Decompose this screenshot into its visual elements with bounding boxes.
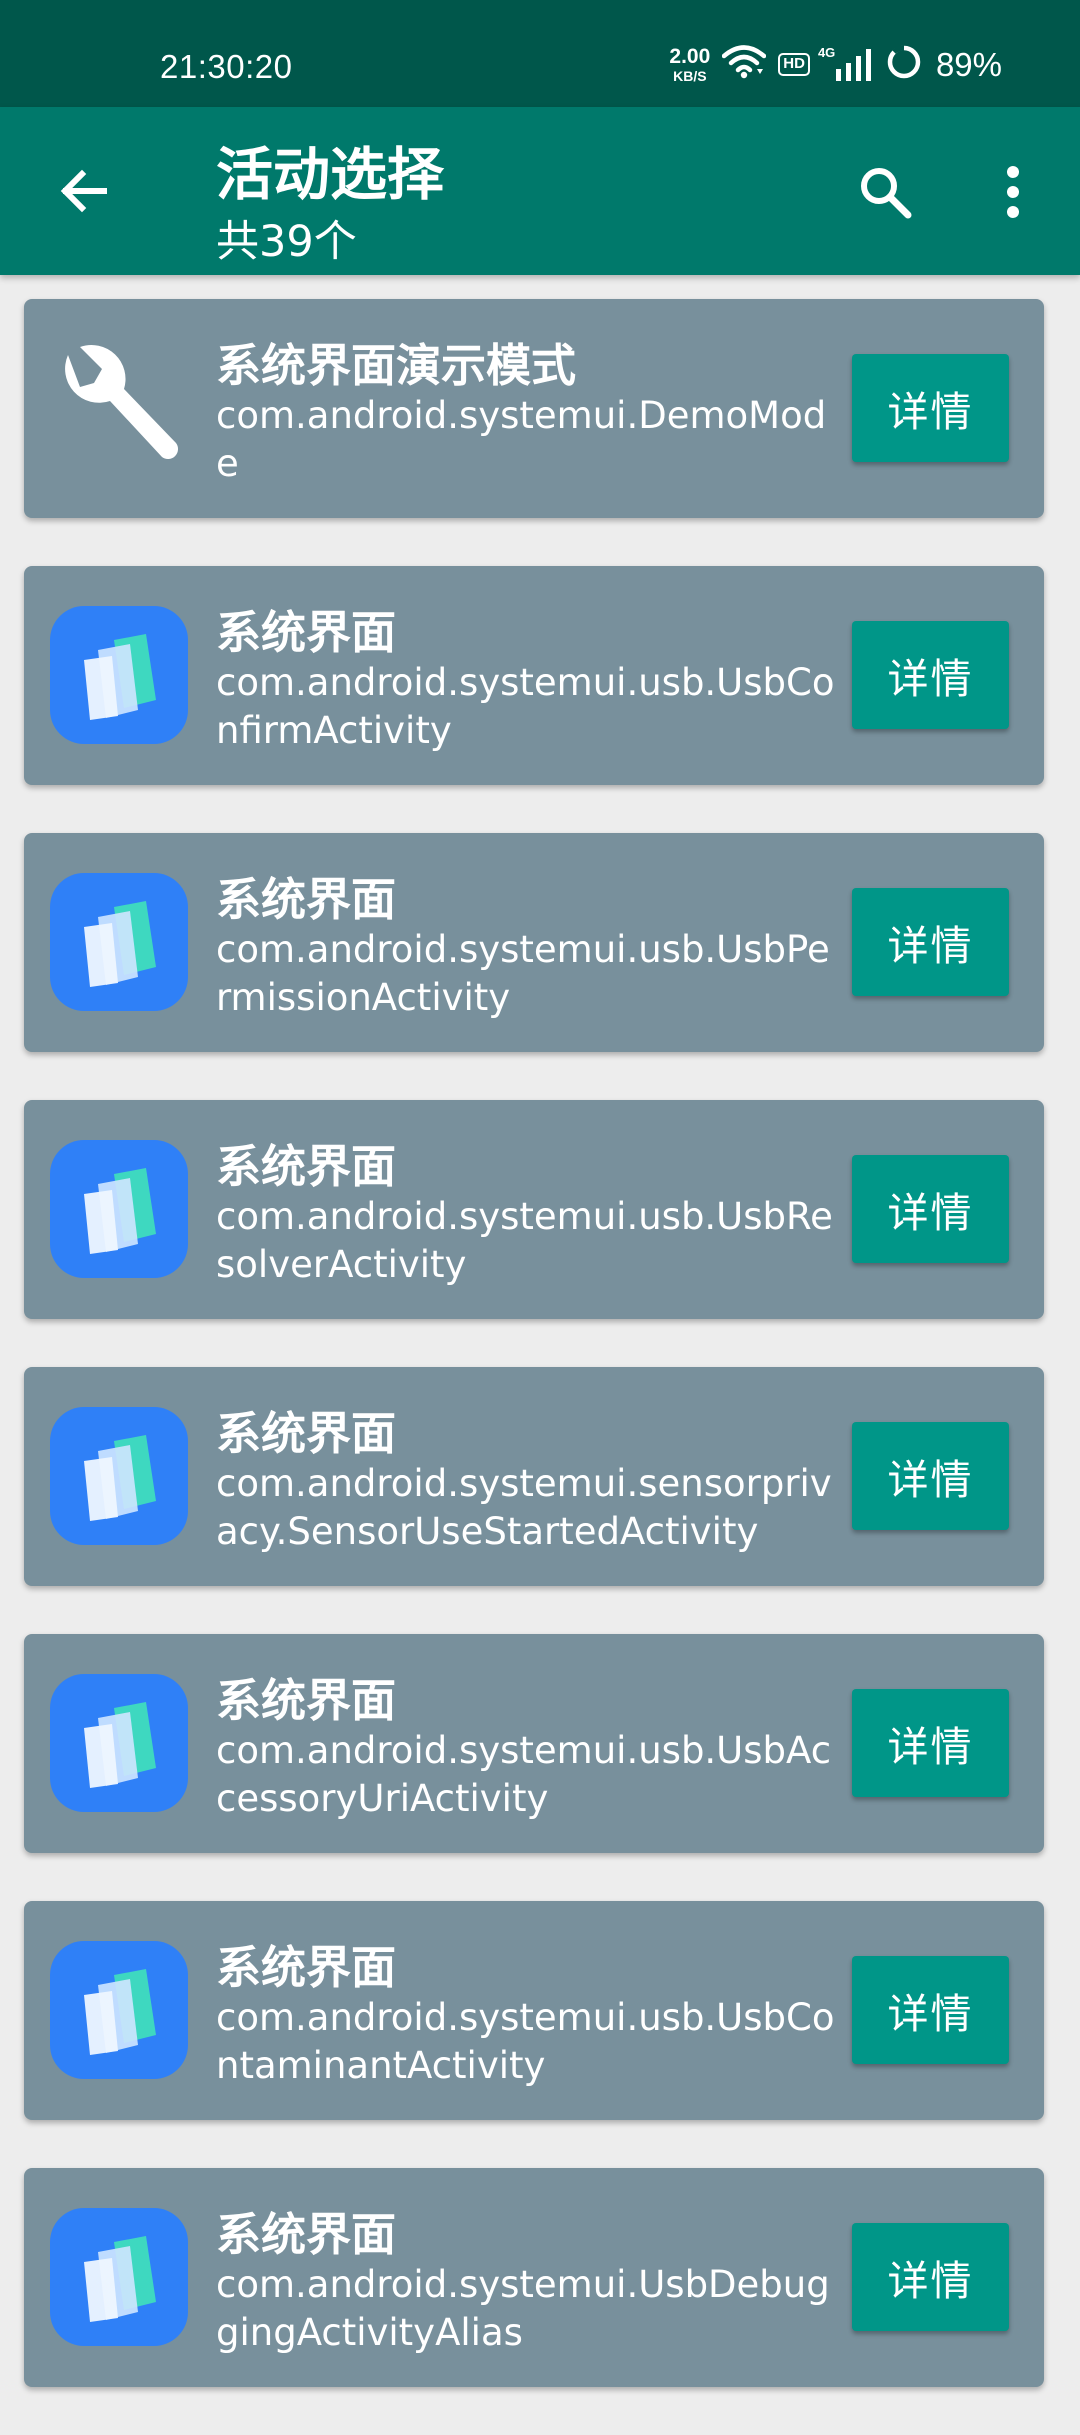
activity-title: 系统界面 bbox=[216, 2208, 397, 2261]
activity-name: com.android.systemui.usb.UsbResolverActi… bbox=[216, 1195, 833, 1286]
activity-card[interactable]: 系统界面 com.android.systemui.usb.UsbResolve… bbox=[24, 1100, 1044, 1319]
activity-card[interactable]: 系统界面 com.android.systemui.usb.UsbContami… bbox=[24, 1901, 1044, 2120]
activity-name: com.android.systemui.usb.UsbContaminantA… bbox=[216, 1996, 835, 2087]
app-bar: 活动选择 共39个 bbox=[0, 107, 1080, 275]
page-subtitle: 共39个 bbox=[216, 217, 357, 267]
activity-name: com.android.systemui.sensorprivacy.Senso… bbox=[216, 1462, 832, 1553]
activity-card[interactable]: 系统界面演示模式 com.android.systemui.DemoMode 详… bbox=[24, 299, 1044, 518]
activity-name: com.android.systemui.UsbDebuggingActivit… bbox=[216, 2263, 830, 2354]
activity-title: 系统界面 bbox=[216, 1140, 397, 1193]
systemui-app-icon bbox=[50, 606, 188, 744]
back-arrow-icon bbox=[58, 165, 110, 221]
activity-card[interactable]: 系统界面 com.android.systemui.UsbDebuggingAc… bbox=[24, 2168, 1044, 2387]
page-title: 活动选择 bbox=[216, 142, 444, 208]
more-options-button[interactable] bbox=[978, 159, 1048, 229]
systemui-app-icon bbox=[50, 1407, 188, 1545]
detail-button[interactable]: 详情 bbox=[852, 1155, 1009, 1263]
activity-name: com.android.systemui.DemoMode bbox=[216, 394, 827, 485]
activity-title: 系统界面 bbox=[216, 1941, 397, 1994]
activity-card[interactable]: 系统界面 com.android.systemui.usb.UsbAccesso… bbox=[24, 1634, 1044, 1853]
activity-name: com.android.systemui.usb.UsbPermissionAc… bbox=[216, 928, 830, 1019]
search-button[interactable] bbox=[850, 159, 920, 229]
systemui-app-icon bbox=[50, 2208, 188, 2346]
activity-title: 系统界面 bbox=[216, 873, 397, 926]
systemui-app-icon bbox=[50, 1674, 188, 1812]
activity-name: com.android.systemui.usb.UsbConfirmActiv… bbox=[216, 661, 835, 752]
activity-name: com.android.systemui.usb.UsbAccessoryUri… bbox=[216, 1729, 832, 1820]
search-icon bbox=[857, 164, 913, 224]
activity-card[interactable]: 系统界面 com.android.systemui.usb.UsbPermiss… bbox=[24, 833, 1044, 1052]
battery-percent: 89% bbox=[935, 45, 1002, 83]
network-type: 4G bbox=[817, 44, 836, 60]
status-icons: 2.00 KB/S HD 4G 89% bbox=[669, 44, 1002, 85]
detail-button[interactable]: 详情 bbox=[852, 1422, 1009, 1530]
back-button[interactable] bbox=[48, 157, 120, 229]
detail-button[interactable]: 详情 bbox=[852, 2223, 1009, 2331]
activity-title: 系统界面 bbox=[216, 1674, 397, 1727]
more-vert-icon bbox=[1005, 164, 1021, 224]
detail-button[interactable]: 详情 bbox=[852, 1956, 1009, 2064]
status-time: 21:30:20 bbox=[160, 48, 293, 85]
network-speed-value: 2.00 bbox=[669, 45, 711, 68]
hd-icon: HD bbox=[778, 53, 810, 76]
detail-button[interactable]: 详情 bbox=[852, 888, 1009, 996]
wifi-icon bbox=[722, 45, 767, 84]
battery-icon bbox=[886, 44, 922, 85]
activity-list: 系统界面演示模式 com.android.systemui.DemoMode 详… bbox=[24, 299, 1044, 2435]
signal-icon: 4G bbox=[818, 45, 874, 81]
activity-title: 系统界面演示模式 bbox=[216, 339, 577, 392]
activity-card[interactable]: 系统界面 com.android.systemui.sensorprivacy.… bbox=[24, 1367, 1044, 1586]
activity-title: 系统界面 bbox=[216, 1407, 397, 1460]
status-bar: 21:30:20 2.00 KB/S HD 4G 89% bbox=[0, 0, 1080, 107]
detail-button[interactable]: 详情 bbox=[852, 1689, 1009, 1797]
activity-card[interactable]: 系统界面 com.android.systemui.usb.UsbConfirm… bbox=[24, 566, 1044, 785]
systemui-app-icon bbox=[50, 873, 188, 1011]
detail-button[interactable]: 详情 bbox=[852, 354, 1009, 462]
systemui-app-icon bbox=[50, 1941, 188, 2079]
detail-button[interactable]: 详情 bbox=[852, 621, 1009, 729]
systemui-app-icon bbox=[50, 1140, 188, 1278]
wrench-icon bbox=[50, 339, 188, 477]
network-speed-unit: KB/S bbox=[673, 68, 707, 84]
activity-title: 系统界面 bbox=[216, 606, 397, 659]
network-speed: 2.00 KB/S bbox=[669, 46, 710, 83]
